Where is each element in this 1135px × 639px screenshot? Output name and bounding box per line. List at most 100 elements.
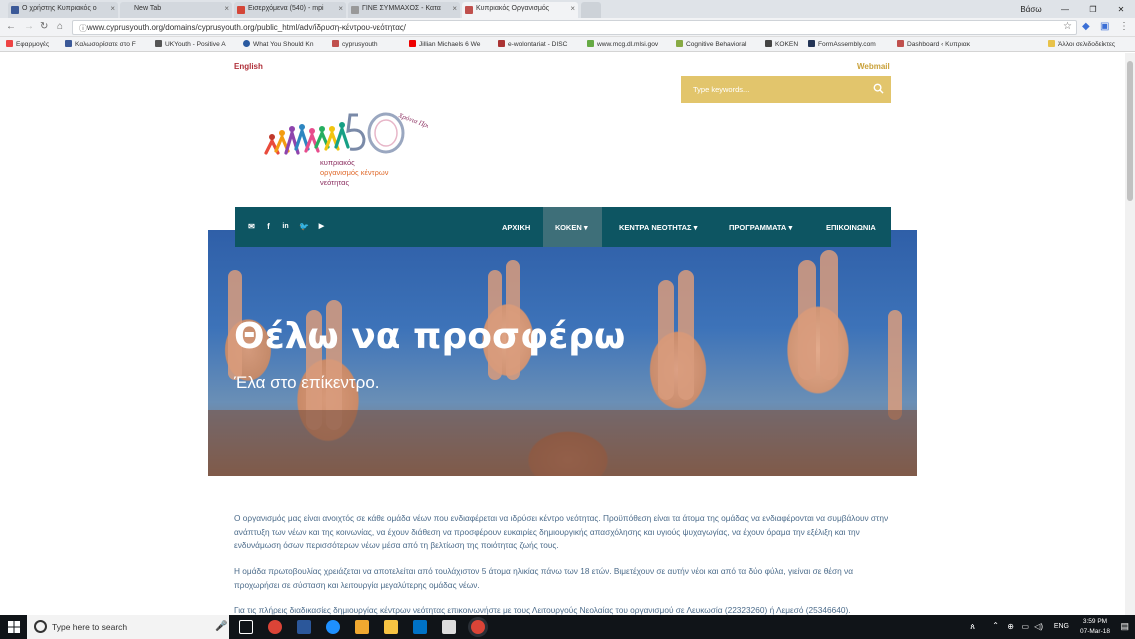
- main-navigation: ✉ f in 🐦 ▶ ΑΡΧΙΚΗ ΚΟΚΕΝ ▾ ΚΕΝΤΡΑ ΝΕΟΤΗΤΑ…: [235, 207, 891, 247]
- browser-tab[interactable]: Ο χρήστης Κυπριακός ο ×: [8, 2, 118, 18]
- scrollbar[interactable]: [1125, 53, 1135, 615]
- body-paragraph: Η ομάδα πρωτοβουλίας χρειάζεται να αποτε…: [234, 566, 853, 590]
- close-icon[interactable]: ×: [570, 4, 575, 13]
- other-bookmarks[interactable]: Άλλοι σελιδοδείκτες: [1048, 40, 1115, 48]
- language-indicator[interactable]: ENG: [1054, 623, 1069, 630]
- clock-time[interactable]: 3:59 PM: [1077, 618, 1113, 625]
- email-icon[interactable]: ✉: [247, 222, 256, 231]
- tab-label: Κυπριακός Οργανισμός: [476, 5, 550, 12]
- nav-item-koken[interactable]: ΚΟΚΕΝ ▾: [543, 207, 602, 247]
- bookmark-item[interactable]: UKYouth - Positive A: [155, 40, 226, 48]
- minimize-icon[interactable]: —: [1051, 5, 1079, 14]
- battery-icon[interactable]: ▭: [1021, 622, 1029, 631]
- task-view-icon[interactable]: [239, 620, 253, 634]
- url-input[interactable]: www.cyprusyouth.org/domains/cyprusyouth.…: [72, 20, 1077, 35]
- browser-tab[interactable]: ΓΙΝΕ ΣΥΜΜΑΧΟΣ - Κατα ×: [348, 2, 460, 18]
- new-tab-button[interactable]: [581, 2, 601, 18]
- web-page: English Webmail Type keywords... Χρόνια …: [0, 53, 1125, 615]
- microphone-icon[interactable]: 🎤: [215, 621, 227, 632]
- taskbar-search-input[interactable]: Type here to search: [27, 615, 229, 639]
- search-icon[interactable]: [873, 83, 884, 94]
- chevron-up-icon[interactable]: ⌃: [992, 621, 999, 630]
- nav-item-programmes[interactable]: ΠΡΟΓΡΑΜΜΑΤΑ ▾: [729, 207, 792, 247]
- site-favicon-icon: [465, 6, 473, 14]
- menu-icon[interactable]: ⋮: [1119, 21, 1129, 32]
- hero-subtitle: Έλα στο επίκεντρο.: [234, 373, 380, 392]
- chevron-down-icon: ▾: [788, 223, 793, 232]
- close-icon[interactable]: ×: [110, 4, 115, 13]
- chrome-icon[interactable]: [268, 620, 282, 634]
- tab-label: Ο χρήστης Κυπριακός ο: [22, 5, 97, 12]
- reload-icon[interactable]: ↻: [40, 21, 48, 32]
- body-paragraph: Ο οργανισμός μας είναι ανοιχτός σε κάθε …: [234, 513, 889, 550]
- edge-icon[interactable]: [326, 620, 340, 634]
- document-icon: [351, 6, 359, 14]
- bookmark-item[interactable]: KOKEN: [765, 40, 798, 48]
- nav-item-youth-centres[interactable]: ΚΕΝΤΡΑ ΝΕΟΤΗΤΑΣ ▾: [619, 207, 697, 247]
- scrollbar-thumb[interactable]: [1127, 61, 1133, 201]
- notifications-icon[interactable]: ▤: [1120, 621, 1129, 632]
- windows-start-icon[interactable]: [8, 621, 20, 633]
- twitter-icon[interactable]: 🐦: [299, 222, 309, 231]
- close-icon[interactable]: ×: [224, 4, 229, 13]
- bookmark-item[interactable]: Καλωσορίσατε στο F: [65, 40, 136, 48]
- volume-icon[interactable]: ◁): [1034, 622, 1043, 631]
- bookmark-item[interactable]: Cognitive Behavioral: [676, 40, 746, 48]
- gmail-icon: [237, 6, 245, 14]
- nav-item-contact[interactable]: ΕΠΙΚΟΙΝΩΝΙΑ: [826, 207, 876, 247]
- bookmark-item[interactable]: www.mcg.dl.mlsi.gov: [587, 40, 658, 48]
- chrome-active-icon[interactable]: [471, 620, 485, 634]
- people-icon[interactable]: ጰ: [970, 622, 975, 632]
- profile-name[interactable]: Βάσω: [1011, 5, 1051, 14]
- chevron-down-icon: ▾: [583, 223, 588, 232]
- clock-date[interactable]: 07-Mar-18: [1077, 628, 1113, 635]
- bookmark-item[interactable]: What You Should Kn: [243, 40, 314, 48]
- facebook-icon[interactable]: f: [264, 222, 273, 231]
- bookmark-item[interactable]: FormAssembly.com: [808, 40, 876, 48]
- bookmarks-bar: Εφαρμογές Καλωσορίσατε στο F UKYouth - P…: [0, 37, 1135, 52]
- file-explorer-icon[interactable]: [384, 620, 398, 634]
- search-input[interactable]: Type keywords...: [681, 76, 891, 103]
- address-bar-row: ← → ↻ ⌂ www.cyprusyouth.org/domains/cypr…: [0, 18, 1135, 37]
- tab-label: New Tab: [134, 5, 162, 12]
- youtube-icon[interactable]: ▶: [317, 222, 326, 231]
- hero-title: Θέλω να προσφέρω: [234, 316, 626, 357]
- bookmark-apps[interactable]: Εφαρμογές: [6, 40, 49, 48]
- nav-item-home[interactable]: ΑΡΧΙΚΗ: [502, 207, 530, 247]
- close-icon[interactable]: ×: [338, 4, 343, 13]
- restore-icon[interactable]: ❐: [1079, 5, 1107, 14]
- info-icon[interactable]: ⓘ: [79, 23, 87, 34]
- linkedin-icon[interactable]: in: [281, 222, 290, 231]
- network-icon[interactable]: ⊕: [1007, 622, 1014, 631]
- store-icon[interactable]: [442, 620, 456, 634]
- browser-tab-bar: Ο χρήστης Κυπριακός ο × New Tab × Εισερχ…: [0, 0, 1135, 18]
- home-icon[interactable]: ⌂: [57, 21, 63, 32]
- extension-icon[interactable]: ◆: [1082, 21, 1090, 32]
- facebook-icon: [11, 6, 19, 14]
- bookmark-item[interactable]: Dashboard ‹ Κυπριακ: [897, 40, 970, 48]
- back-icon[interactable]: ←: [6, 21, 16, 32]
- body-paragraph: Για τις πλήρεις διαδικασίες δημιουργίας …: [234, 605, 851, 615]
- extension-icon[interactable]: ▣: [1100, 21, 1109, 32]
- webmail-link[interactable]: Webmail: [857, 62, 890, 71]
- browser-tab-active[interactable]: Κυπριακός Οργανισμός ×: [462, 2, 578, 18]
- windows-taskbar: Type here to search 🎤 ጰ ⌃ ⊕ ▭ ◁) ENG 3:5…: [0, 615, 1135, 639]
- logo-text: κυπριακός οργανισμός κέντρων νεότητας: [320, 158, 389, 187]
- bookmark-item[interactable]: Jillian Michaels 6 We: [409, 40, 480, 48]
- english-link[interactable]: English: [234, 62, 263, 71]
- close-window-icon[interactable]: ✕: [1107, 5, 1135, 14]
- word-icon[interactable]: [297, 620, 311, 634]
- tab-label: Εισερχόμενα (540) - mpi: [248, 5, 324, 12]
- close-icon[interactable]: ×: [452, 4, 457, 13]
- bookmark-star-icon[interactable]: ☆: [1063, 21, 1072, 32]
- browser-tab[interactable]: Εισερχόμενα (540) - mpi ×: [234, 2, 346, 18]
- cortana-icon: [34, 620, 47, 633]
- tab-label: ΓΙΝΕ ΣΥΜΜΑΧΟΣ - Κατα: [362, 5, 441, 12]
- forward-icon[interactable]: →: [24, 21, 34, 32]
- bookmark-item[interactable]: e-wolontariat - DISC: [498, 40, 567, 48]
- media-player-icon[interactable]: [355, 620, 369, 634]
- browser-tab[interactable]: New Tab ×: [120, 2, 232, 18]
- bookmark-item[interactable]: cyprusyouth: [332, 40, 378, 48]
- outlook-icon[interactable]: [413, 620, 427, 634]
- chevron-down-icon: ▾: [693, 223, 698, 232]
